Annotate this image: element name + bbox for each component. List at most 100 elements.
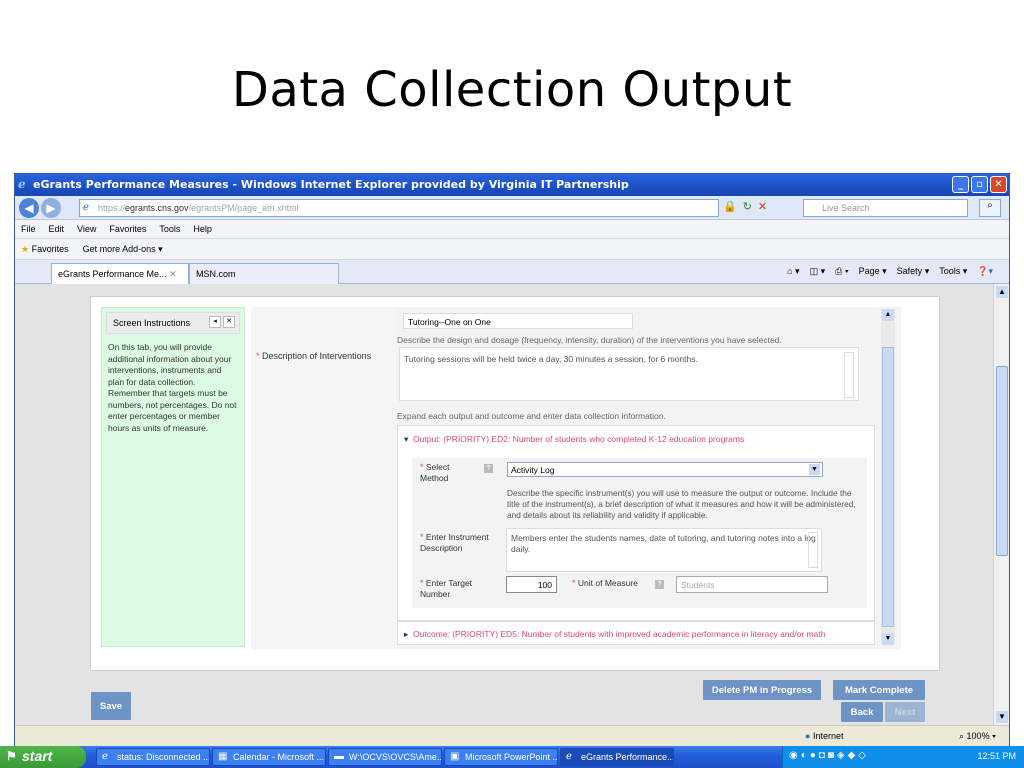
form-scrollbar[interactable]: ▲ ▼ — [881, 309, 895, 645]
scroll-down-icon[interactable]: ▼ — [996, 711, 1008, 723]
target-number-input[interactable]: 100 — [506, 576, 557, 593]
task-powerpoint[interactable]: ▣ Microsoft PowerPoint ... — [444, 748, 558, 766]
describe-hint: Describe the design and dosage (frequenc… — [397, 335, 782, 345]
clock: 12:51 PM — [977, 751, 1016, 761]
textarea-scrollbar[interactable] — [808, 532, 818, 568]
chevron-down-icon: ▼ — [809, 464, 820, 475]
scroll-down-icon[interactable]: ▼ — [882, 633, 894, 645]
print-icon[interactable]: ⎙ ▾ — [835, 266, 848, 277]
ie-icon: ℯ — [566, 751, 572, 762]
instructions-text: On this tab, you will provide additional… — [108, 342, 237, 433]
page-icon: ℯ — [83, 202, 89, 213]
task-calendar[interactable]: ▦ Calendar - Microsoft ... — [212, 748, 326, 766]
stop-icon[interactable]: ✕ — [758, 200, 767, 213]
globe-icon: ● — [805, 731, 811, 741]
help-icon[interactable]: ❓▾ — [977, 266, 993, 277]
help-icon[interactable]: ? — [655, 580, 664, 589]
unit-of-measure-input[interactable]: Students — [676, 576, 828, 593]
screen-instructions-panel: Screen Instructions ◂ ✕ On this tab, you… — [101, 307, 245, 647]
status-bar: ● Internet ⌕ 100% ▾ — [15, 725, 1009, 747]
refresh-icon[interactable]: ↻ — [743, 200, 752, 213]
powerpoint-icon: ▣ — [450, 751, 460, 762]
form-main: * Description of Interventions Tutoring-… — [251, 307, 901, 649]
delete-pm-button[interactable]: Delete PM in Progress — [703, 680, 821, 700]
page-menu[interactable]: Page ▾ — [859, 266, 887, 277]
star-icon: ★ — [21, 244, 30, 254]
zone-status: ● Internet — [805, 731, 844, 741]
forward-nav-icon[interactable]: ▶ — [41, 198, 61, 218]
task-folder[interactable]: ▬ W:\OCVS\OVCS\Ame... — [328, 748, 442, 766]
menu-file[interactable]: File — [21, 224, 36, 238]
zoom-control[interactable]: ⌕ 100% ▾ — [959, 731, 996, 742]
ie-logo-icon: ℯ — [18, 177, 26, 191]
scroll-thumb[interactable] — [996, 366, 1008, 556]
scroll-up-icon[interactable]: ▲ — [882, 309, 894, 321]
system-tray: ◉◐●◘◙◈◆◇ 12:51 PM — [782, 746, 1024, 768]
menu-view[interactable]: View — [77, 224, 96, 238]
instructions-header: Screen Instructions ◂ ✕ — [106, 312, 240, 334]
scroll-thumb[interactable] — [882, 347, 894, 627]
home-icon[interactable]: ⌂ ▾ — [787, 266, 799, 277]
tab-close-icon[interactable]: ✕ — [169, 269, 177, 279]
select-method-label: * Select Method — [420, 462, 450, 483]
page-scrollbar[interactable]: ▲ ▼ — [993, 284, 1009, 725]
lock-icon[interactable]: 🔒 — [723, 200, 737, 213]
tab-egrants[interactable]: eGrants Performance Me... ✕ — [51, 263, 189, 284]
favorites-bar: ★ Favorites Get more Add-ons ▾ — [15, 239, 1009, 260]
instrument-label: * Enter Instrument Description — [420, 532, 489, 553]
safety-menu[interactable]: Safety ▾ — [897, 266, 930, 277]
mark-complete-button[interactable]: Mark Complete — [833, 680, 925, 700]
window-titlebar[interactable]: ℯ eGrants Performance Measures - Windows… — [15, 174, 1009, 196]
collapse-icon[interactable]: ◂ — [209, 316, 221, 328]
expand-right-icon: ▸ — [404, 629, 409, 639]
target-label: * Enter Target Number — [420, 578, 473, 599]
ie-icon: ℯ — [102, 751, 108, 762]
instrument-hint: Describe the specific instrument(s) you … — [507, 488, 856, 520]
description-textarea[interactable]: Tutoring sessions will be held twice a d… — [399, 347, 859, 401]
outcome-toggle[interactable]: ▸ Outcome: (PRIORITY) ED5: Number of stu… — [397, 621, 875, 645]
calendar-icon: ▦ — [218, 751, 228, 762]
method-select[interactable]: Activity Log ▼ — [507, 462, 823, 477]
tools-menu[interactable]: Tools ▾ — [939, 266, 967, 277]
save-button[interactable]: Save — [91, 692, 131, 720]
feeds-icon[interactable]: ◫ ▾ — [810, 266, 826, 277]
pm-form-page: Screen Instructions ◂ ✕ On this tab, you… — [90, 296, 940, 671]
folder-icon: ▬ — [334, 751, 344, 762]
unit-label: * Unit of Measure — [572, 578, 638, 588]
favorites-button[interactable]: ★ Favorites — [21, 244, 69, 259]
menu-help[interactable]: Help — [193, 224, 212, 238]
maximize-button[interactable]: ▫ — [971, 176, 988, 193]
textarea-scrollbar[interactable] — [844, 352, 854, 398]
intervention-name: Tutoring--One on One — [403, 313, 633, 329]
url-field[interactable]: ℯ https://egrants.cns.gov/egrantsPM/page… — [79, 199, 719, 217]
scroll-up-icon[interactable]: ▲ — [996, 286, 1008, 298]
minimize-button[interactable]: _ — [952, 176, 969, 193]
back-button[interactable]: Back — [841, 702, 883, 722]
addons-link[interactable]: Get more Add-ons ▾ — [83, 244, 163, 259]
search-input[interactable]: Live Search — [803, 199, 968, 217]
page-viewport: Screen Instructions ◂ ✕ On this tab, you… — [15, 284, 995, 725]
search-icon[interactable]: ⌕ — [979, 199, 1001, 217]
expand-down-icon: ▾ — [404, 434, 409, 444]
instrument-textarea[interactable]: Members enter the students names, date o… — [506, 528, 822, 572]
output-toggle[interactable]: ▾ Output: (PRIORITY) ED2: Number of stud… — [404, 434, 744, 445]
tray-icons[interactable]: ◉◐●◘◙◈◆◇ — [789, 750, 869, 761]
menu-favorites[interactable]: Favorites — [109, 224, 146, 238]
tab-msn[interactable]: MSN.com — [189, 263, 339, 284]
help-icon[interactable]: ? — [484, 464, 493, 473]
start-button[interactable]: ⚑ start — [0, 746, 86, 768]
menu-edit[interactable]: Edit — [49, 224, 65, 238]
menu-tools[interactable]: Tools — [159, 224, 180, 238]
ie-window: ℯ eGrants Performance Measures - Windows… — [14, 173, 1010, 748]
address-bar: ◀ ▶ ℯ https://egrants.cns.gov/egrantsPM/… — [15, 196, 1009, 220]
close-button[interactable]: ✕ — [990, 176, 1007, 193]
close-panel-icon[interactable]: ✕ — [223, 316, 235, 328]
task-egrants[interactable]: ℯ eGrants Performance... — [560, 748, 674, 766]
output-panel: ▾ Output: (PRIORITY) ED2: Number of stud… — [397, 425, 875, 621]
slide-title: Data Collection Output — [231, 62, 793, 118]
next-button[interactable]: Next — [885, 702, 925, 722]
expand-hint: Expand each output and outcome and enter… — [397, 411, 666, 421]
task-status[interactable]: ℯ status: Disconnected ... — [96, 748, 210, 766]
menu-bar: File Edit View Favorites Tools Help — [15, 220, 1009, 239]
back-nav-icon[interactable]: ◀ — [19, 198, 39, 218]
